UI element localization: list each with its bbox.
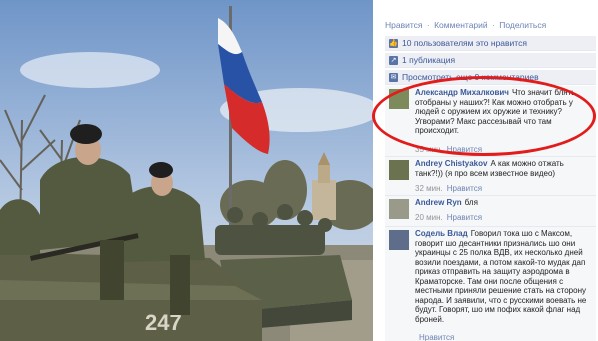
comment-icon: ✉ bbox=[389, 72, 398, 82]
comment-author[interactable]: Andrew Ryn bbox=[415, 198, 462, 207]
more-comments-row[interactable]: ✉ Просмотреть еще 9 комментариев bbox=[385, 70, 596, 85]
comments-panel: Нравится · Комментарий · Поделиться 👍 10… bbox=[373, 0, 598, 341]
comment-author[interactable]: Александр Михалкович bbox=[415, 88, 509, 97]
likes-count[interactable]: 10 пользователям это нравится bbox=[402, 38, 527, 48]
shares-count[interactable]: 1 публикация bbox=[402, 55, 455, 65]
comment-time[interactable]: 20 мин. bbox=[415, 213, 443, 222]
comment-body: Andrey Chistyakov А как можно отжать танк… bbox=[415, 159, 592, 178]
likes-row[interactable]: 👍 10 пользователям это нравится bbox=[385, 36, 596, 51]
comment-like-link[interactable]: Нравится bbox=[447, 184, 482, 193]
avatar[interactable] bbox=[389, 89, 409, 109]
post-photo[interactable]: 247 bbox=[0, 0, 373, 341]
comment-meta: Нравится bbox=[415, 333, 454, 341]
shares-row[interactable]: ↗ 1 публикация bbox=[385, 53, 596, 68]
avatar[interactable] bbox=[389, 199, 409, 219]
comment-author[interactable]: Andrey Chistyakov bbox=[415, 159, 487, 168]
avatar[interactable] bbox=[389, 160, 409, 180]
comment-body: Содель Влад Говорил тока шо с Максом, гов… bbox=[415, 229, 592, 324]
separator: · bbox=[426, 20, 430, 30]
comment-item: Andrew Ryn бля 20 мин. Нравится bbox=[385, 196, 596, 227]
share-icon: ↗ bbox=[389, 55, 398, 65]
post-actions: Нравится · Комментарий · Поделиться bbox=[385, 20, 546, 32]
comment-text: Говорил тока шо с Максом, говорит шо дес… bbox=[415, 229, 587, 324]
comment-time[interactable]: 35 мин. bbox=[415, 145, 443, 154]
comment-author[interactable]: Содель Влад bbox=[415, 229, 468, 238]
comment-item: Содель Влад Говорил тока шо с Максом, гов… bbox=[385, 227, 596, 341]
comment-like-link[interactable]: Нравится bbox=[447, 145, 482, 154]
comment-text: бля bbox=[464, 198, 478, 207]
comment-like-link[interactable]: Нравится bbox=[419, 333, 454, 341]
comment-like-link[interactable]: Нравится bbox=[447, 213, 482, 222]
comment-item: Александр Михалкович Что значит блять ото… bbox=[385, 86, 596, 157]
thumbs-up-icon: 👍 bbox=[389, 38, 398, 48]
comment-body: Александр Михалкович Что значит блять ото… bbox=[415, 88, 592, 136]
avatar[interactable] bbox=[389, 230, 409, 250]
comment-time[interactable]: 32 мин. bbox=[415, 184, 443, 193]
more-comments-link[interactable]: Просмотреть еще 9 комментариев bbox=[402, 72, 539, 82]
like-link[interactable]: Нравится bbox=[385, 20, 423, 30]
separator: · bbox=[492, 20, 495, 30]
share-link[interactable]: Поделиться bbox=[499, 20, 546, 30]
comment-meta: 35 мин. Нравится bbox=[415, 145, 482, 154]
comment-item: Andrey Chistyakov А как можно отжать танк… bbox=[385, 157, 596, 196]
comment-link[interactable]: Комментарий bbox=[434, 20, 488, 30]
comment-meta: 20 мин. Нравится bbox=[415, 213, 482, 222]
comment-meta: 32 мин. Нравится bbox=[415, 184, 482, 193]
comment-body: Andrew Ryn бля bbox=[415, 198, 592, 208]
